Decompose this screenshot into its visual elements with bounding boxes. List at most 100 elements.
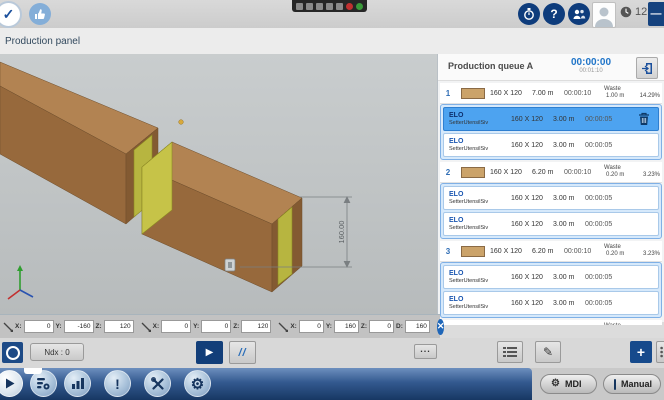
mini-statusbar bbox=[292, 0, 367, 12]
item-detail: SetterUtensilSiv bbox=[449, 278, 511, 284]
pin-mini-icon bbox=[336, 3, 343, 10]
queue-subgroup: ELOSetterUtensilSiv160 X 1203.00 m00:00:… bbox=[440, 183, 662, 239]
queue-list: 1160 X 1207.00 m00:00:10Waste1.00 m14.29… bbox=[438, 81, 664, 325]
axis-value-input[interactable] bbox=[334, 320, 359, 333]
item-name: ELO bbox=[449, 270, 511, 278]
axis-value-input[interactable] bbox=[64, 320, 94, 333]
manual-button[interactable]: Manual bbox=[603, 374, 661, 394]
item-length: 3.00 m bbox=[553, 274, 585, 281]
group-waste: Waste0.20 m 3.23% bbox=[604, 244, 662, 259]
close-coordinates-button[interactable]: ✕ bbox=[437, 319, 445, 335]
queue-item-row[interactable]: ELOSetterUtensilSiv160 X 1203.00 m00:00:… bbox=[443, 212, 659, 236]
axis-value-input[interactable] bbox=[104, 320, 134, 333]
mdi-gear-icon: ⚙ bbox=[551, 379, 560, 389]
queue-group-row[interactable]: 3160 X 1206.20 m00:00:10Waste0.20 m3.23% bbox=[440, 241, 662, 262]
stopwatch-icon bbox=[523, 8, 535, 20]
job-settings-button[interactable] bbox=[30, 370, 57, 397]
queue-item-row[interactable]: ELOSetterUtensilSiv160 X 1203.00 m00:00:… bbox=[443, 107, 659, 131]
document-mini-icon bbox=[296, 3, 303, 10]
tools-button[interactable] bbox=[144, 370, 171, 397]
item-length: 3.00 m bbox=[553, 116, 585, 123]
export-icon bbox=[641, 62, 654, 75]
help-button[interactable]: ? bbox=[543, 3, 565, 25]
alarms-button[interactable]: ! bbox=[104, 370, 131, 397]
queue-group-row[interactable]: 4160 X 1206.20 m00:00:10Waste0.20 m3.23% bbox=[440, 320, 662, 325]
group-length: 7.00 m bbox=[532, 90, 564, 97]
wood-swatch bbox=[461, 167, 485, 178]
item-name: ELO bbox=[449, 217, 511, 225]
marker-dot bbox=[179, 120, 184, 125]
mdi-button[interactable]: ⚙ MDI bbox=[540, 374, 597, 394]
queue-item-row[interactable]: ELOSetterUtensilSiv160 X 1203.00 m00:00:… bbox=[443, 133, 659, 157]
viewport-camera-button[interactable] bbox=[2, 342, 23, 363]
waste-label: Waste bbox=[604, 86, 621, 92]
queue-item-row[interactable]: ELOSetterUtensilSiv160 X 1203.00 m00:00:… bbox=[443, 186, 659, 210]
item-detail: SetterUtensilSiv bbox=[449, 225, 511, 231]
group-index: 2 bbox=[440, 168, 456, 177]
group-index: 3 bbox=[440, 247, 456, 256]
page-title: Production panel bbox=[0, 36, 80, 47]
axis-label: X: bbox=[153, 323, 160, 330]
axis-label: Z: bbox=[96, 323, 102, 330]
group-profile: 160 X 120 bbox=[490, 169, 532, 176]
queue-group: 3160 X 1206.20 m00:00:10Waste0.20 m3.23%… bbox=[440, 241, 662, 318]
skip-button[interactable]: // bbox=[229, 341, 256, 364]
users-icon bbox=[572, 8, 586, 20]
program-details-button[interactable] bbox=[497, 341, 523, 363]
group-length: 6.20 m bbox=[532, 248, 564, 255]
users-button[interactable] bbox=[568, 3, 590, 25]
ndx-button[interactable]: Ndx : 0 bbox=[30, 343, 84, 361]
machine-settings-button[interactable]: ⚙ bbox=[184, 370, 211, 397]
edit-program-button[interactable]: ✎ bbox=[535, 341, 561, 363]
manual-label: Manual bbox=[621, 379, 652, 389]
save-queue-button[interactable] bbox=[636, 57, 658, 79]
queue-group-row[interactable]: 1160 X 1207.00 m00:00:10Waste1.00 m14.29… bbox=[440, 83, 662, 104]
minimize-button[interactable]: — bbox=[648, 2, 664, 26]
item-detail: SetterUtensilSiv bbox=[449, 120, 511, 126]
item-profile: 160 X 120 bbox=[511, 195, 553, 202]
queue-group: 1160 X 1207.00 m00:00:10Waste1.00 m14.29… bbox=[440, 83, 662, 160]
add-item-button[interactable]: + bbox=[630, 341, 652, 363]
waste-label: Waste bbox=[604, 244, 621, 250]
queue-timer-main: 00:00:00 bbox=[556, 57, 626, 68]
user-avatar[interactable] bbox=[592, 2, 616, 28]
axis-value-input[interactable] bbox=[24, 320, 54, 333]
queue-view-button[interactable] bbox=[656, 341, 664, 363]
delete-item-button[interactable] bbox=[638, 112, 650, 128]
axis-value-input[interactable] bbox=[369, 320, 394, 333]
more-options-button[interactable]: ... bbox=[414, 344, 437, 359]
start-button[interactable]: ▶ bbox=[196, 341, 223, 364]
statistics-button[interactable] bbox=[64, 370, 91, 397]
axis-value-input[interactable] bbox=[405, 320, 430, 333]
run-play-button[interactable] bbox=[0, 370, 23, 397]
axis-value-input[interactable] bbox=[299, 320, 324, 333]
confirm-check-button[interactable]: ✓ bbox=[0, 1, 22, 28]
queue-item-row[interactable]: ELOSetterUtensilSiv160 X 1203.00 m00:00:… bbox=[443, 265, 659, 289]
item-profile: 160 X 120 bbox=[511, 116, 553, 123]
group-time: 00:00:10 bbox=[564, 248, 604, 255]
axis-value-input[interactable] bbox=[201, 320, 231, 333]
group-profile: 160 X 120 bbox=[490, 90, 532, 97]
item-name: ELO bbox=[449, 138, 511, 146]
axis-value-input[interactable] bbox=[161, 320, 191, 333]
grid-mini-icon bbox=[326, 3, 333, 10]
thumbs-up-button[interactable] bbox=[29, 3, 51, 25]
queue-group-row[interactable]: 2160 X 1206.20 m00:00:10Waste0.20 m3.23% bbox=[440, 162, 662, 183]
queue-subgroup: ELOSetterUtensilSiv160 X 1203.00 m00:00:… bbox=[440, 262, 662, 318]
axis-label: Z: bbox=[361, 323, 367, 330]
group-length: 6.20 m bbox=[532, 169, 564, 176]
dimension-label: 160.00 bbox=[337, 221, 346, 244]
stopwatch-button[interactable] bbox=[518, 3, 540, 25]
waste-pct: 14.29% bbox=[640, 93, 660, 101]
dimension-line-icon bbox=[3, 322, 13, 332]
item-profile: 160 X 120 bbox=[511, 221, 553, 228]
queue-timer: 00:00:00 00:01:10 bbox=[556, 57, 626, 74]
axis-value-input[interactable] bbox=[241, 320, 271, 333]
lens-icon bbox=[6, 346, 20, 360]
waste-length: 0.20 m bbox=[606, 251, 624, 259]
queue-item-row[interactable]: ELOSetterUtensilSiv160 X 1203.00 m00:00:… bbox=[443, 291, 659, 315]
check-mini-icon bbox=[356, 3, 363, 10]
waste-pct: 3.23% bbox=[643, 251, 660, 259]
item-time: 00:00:05 bbox=[585, 195, 625, 202]
viewport-3d[interactable]: 160.00 bbox=[0, 54, 437, 314]
